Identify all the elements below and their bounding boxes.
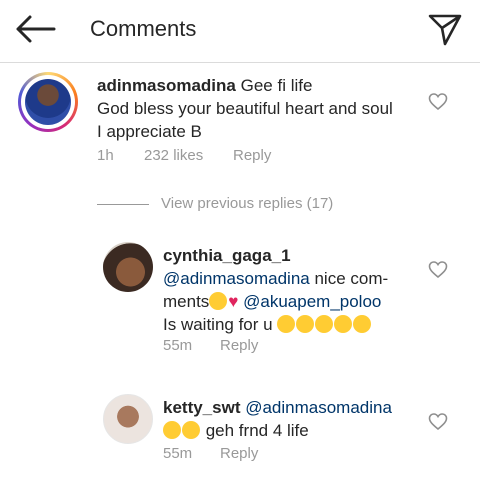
mention-link[interactable]: @adinmasomadina bbox=[245, 398, 392, 417]
reply-time: 55m bbox=[163, 337, 193, 354]
clap-emoji-icon bbox=[209, 292, 228, 310]
comment-time: 1h bbox=[97, 147, 114, 164]
comment-likes[interactable]: 232 likes bbox=[144, 147, 203, 164]
red-heart-emoji-icon: ♥ bbox=[228, 292, 239, 311]
mention-link[interactable]: @adinmasomadina bbox=[163, 269, 310, 288]
arrow-left-icon[interactable] bbox=[14, 14, 56, 44]
raised-hands-emoji-icon bbox=[353, 315, 372, 333]
view-previous-replies[interactable]: View previous replies (17) bbox=[97, 195, 333, 212]
avatar[interactable] bbox=[103, 394, 153, 444]
comment-text-line3: I appreciate B bbox=[97, 122, 202, 141]
header-bar: Comments bbox=[0, 0, 480, 63]
reply-text: Is waiting for u bbox=[163, 315, 273, 334]
reply-username[interactable]: cynthia_gaga_1 bbox=[163, 246, 291, 265]
reply-time: 55m bbox=[163, 445, 193, 462]
reply-ketty: ketty_swt @adinmasomadina geh frnd 4 lif… bbox=[0, 392, 480, 472]
avatar[interactable] bbox=[18, 72, 78, 132]
reply-cynthia: cynthia_gaga_1 @adinmasomadina nice com-… bbox=[0, 240, 480, 360]
divider-line bbox=[97, 203, 149, 205]
comment-main: adinmasomadina Gee fi life God bless you… bbox=[0, 70, 480, 170]
reply-text: geh frnd 4 life bbox=[201, 421, 309, 440]
reply-text: nice com- bbox=[309, 269, 389, 288]
heart-eyes-emoji-icon bbox=[277, 315, 296, 333]
laughing-emoji-icon bbox=[163, 421, 181, 439]
comment-username[interactable]: adinmasomadina bbox=[97, 76, 236, 95]
heart-eyes-emoji-icon bbox=[315, 315, 334, 333]
heart-icon[interactable] bbox=[428, 412, 448, 432]
heart-eyes-emoji-icon bbox=[334, 315, 353, 333]
reply-button[interactable]: Reply bbox=[220, 445, 258, 462]
comment-text-line2: God bless your beautiful heart and soul bbox=[97, 99, 393, 118]
heart-icon[interactable] bbox=[428, 260, 448, 280]
laughing-emoji-icon bbox=[182, 421, 200, 439]
mention-link[interactable]: @akuapem_poloo bbox=[243, 292, 381, 311]
comment-text: Gee fi life bbox=[240, 76, 313, 95]
heart-eyes-emoji-icon bbox=[296, 315, 315, 333]
reply-text: ments bbox=[163, 292, 210, 311]
reply-button[interactable]: Reply bbox=[220, 337, 258, 354]
heart-icon[interactable] bbox=[428, 92, 448, 112]
avatar[interactable] bbox=[103, 242, 153, 292]
reply-username[interactable]: ketty_swt bbox=[163, 398, 240, 417]
page-title: Comments bbox=[90, 16, 197, 41]
reply-button[interactable]: Reply bbox=[233, 147, 271, 164]
paper-plane-icon[interactable] bbox=[428, 12, 462, 46]
